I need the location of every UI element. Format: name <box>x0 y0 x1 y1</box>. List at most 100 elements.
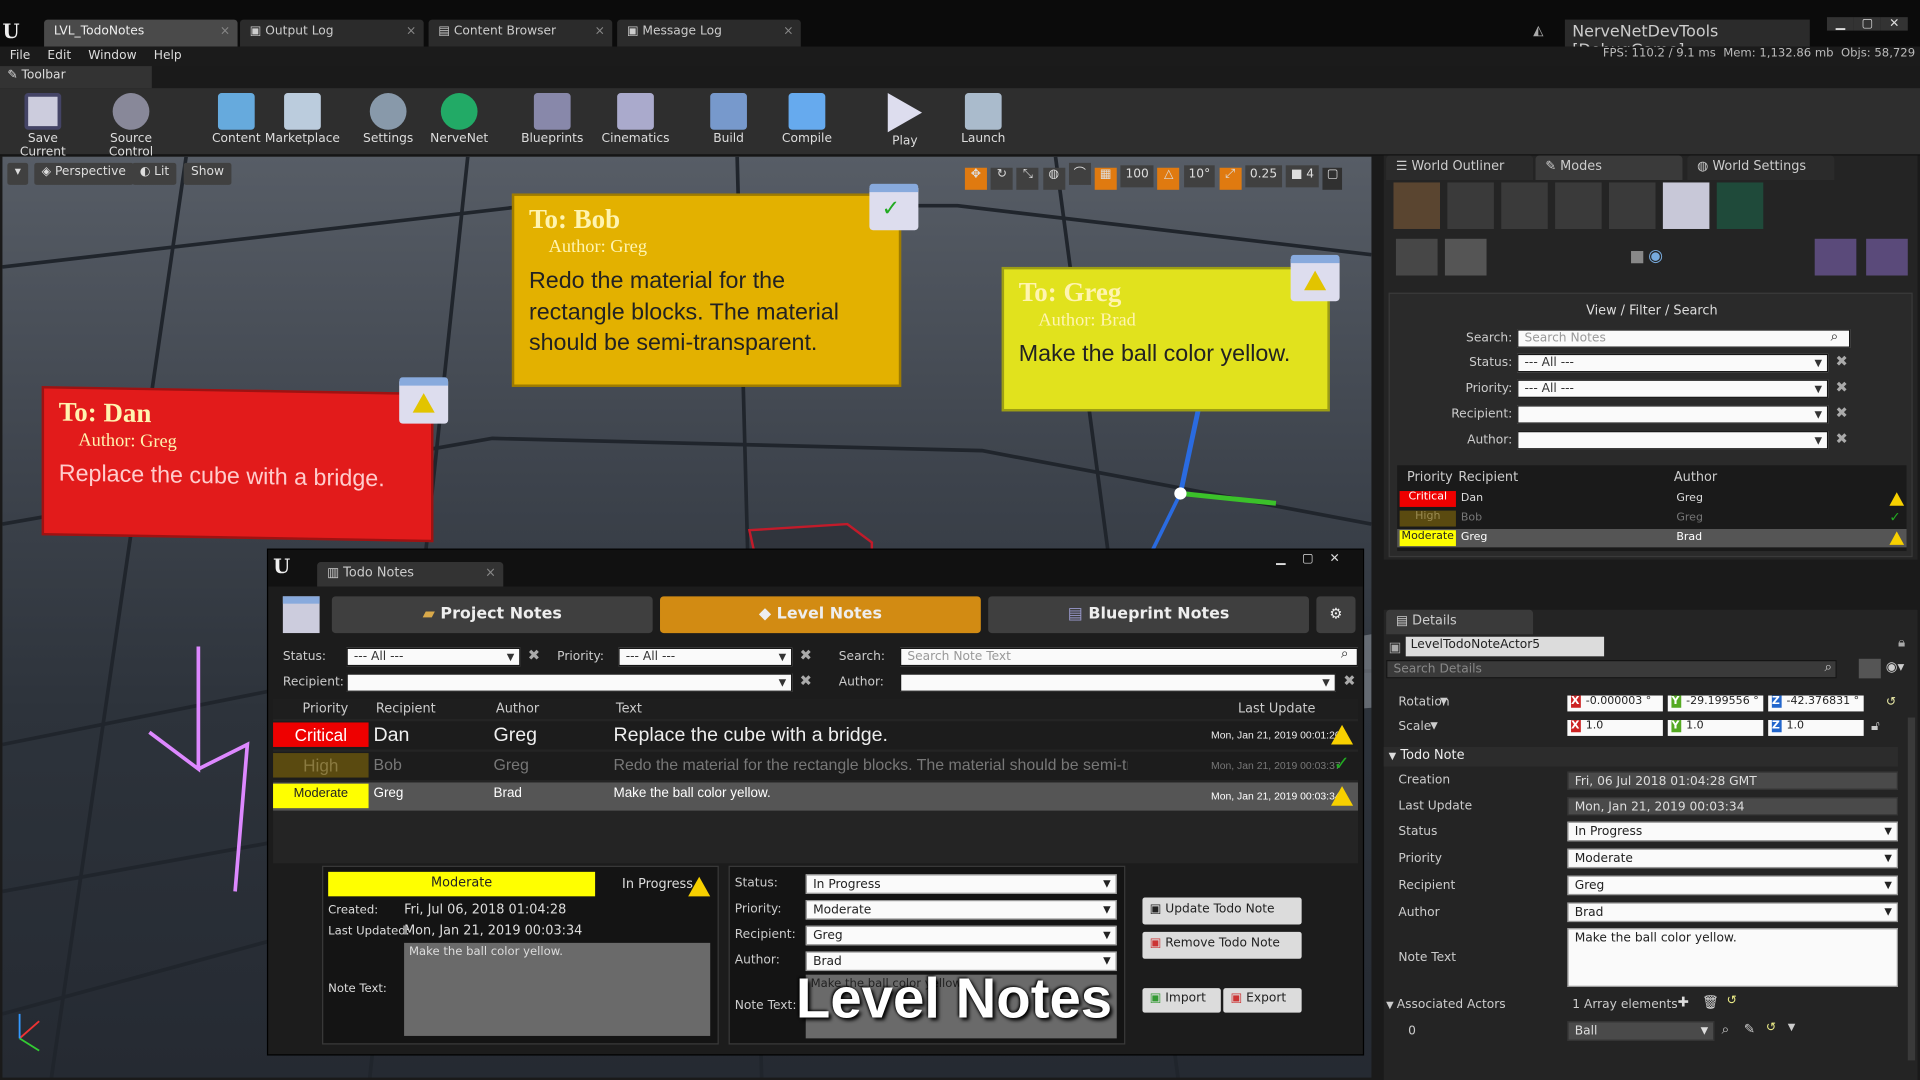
close-icon[interactable]: × <box>783 24 793 37</box>
import-button[interactable]: ▣ Import <box>1142 988 1221 1013</box>
details-search-input[interactable]: Search Details <box>1386 660 1837 679</box>
status-filter-select[interactable]: --- All --- ▼ <box>1517 353 1829 373</box>
notes-search-input[interactable]: Search Notes <box>1517 329 1851 348</box>
camera-speed[interactable]: ■ 4 <box>1285 165 1319 188</box>
property-matrix-icon[interactable] <box>1858 658 1881 679</box>
note-settings-icon[interactable] <box>1814 238 1857 276</box>
menu-window[interactable]: Window <box>88 47 136 67</box>
col-priority[interactable]: Priority <box>302 702 348 717</box>
rotation-x-field[interactable]: X -0.000003 ° <box>1567 695 1663 712</box>
translate-icon[interactable]: ✥ <box>964 167 987 190</box>
build-button[interactable]: Build <box>691 91 767 152</box>
close-icon[interactable]: × <box>220 24 230 37</box>
lit-button[interactable]: ◐ Lit <box>132 162 177 185</box>
clear-author-icon[interactable]: ✖ <box>1343 672 1355 689</box>
minimize-icon[interactable]: ▁ <box>1826 17 1854 31</box>
todo-mode-icon[interactable] <box>1662 182 1710 229</box>
nervenet-mode-icon[interactable] <box>1716 182 1764 229</box>
recipient-filter-select[interactable]: ▼ <box>346 673 793 692</box>
rotation-snap-value[interactable]: 10° <box>1183 165 1216 188</box>
note-options-icon[interactable] <box>1866 238 1908 276</box>
rotate-icon[interactable]: ↻ <box>990 167 1013 190</box>
clear-recipient-icon[interactable]: ✖ <box>800 672 812 689</box>
cinematics-button[interactable]: Cinematics <box>598 91 674 152</box>
table-row[interactable]: Critical Dan Greg Replace the cube with a b… <box>273 721 1358 750</box>
compile-button[interactable]: Compile <box>769 91 845 152</box>
tab-content-browser[interactable]: ▤ Content Browser × <box>428 19 613 47</box>
blueprints-button[interactable]: Blueprints <box>514 91 590 152</box>
scale-z-field[interactable]: Z 1.0 <box>1768 720 1864 736</box>
maximize-viewport-icon[interactable]: ▢ <box>1322 167 1343 190</box>
clear-author-icon[interactable]: ✖ <box>1836 430 1848 447</box>
save-current-button[interactable]: Save Current <box>5 91 81 159</box>
tab-output-log[interactable]: ▣ Output Log × <box>240 19 424 47</box>
list-item[interactable]: High Bob Greg ✓ <box>1397 509 1906 527</box>
surface-snap-icon[interactable]: ⌒ <box>1068 162 1091 185</box>
geometry-mode-icon[interactable] <box>1608 182 1656 229</box>
source-control-button[interactable]: Source Control <box>88 91 174 159</box>
list-item[interactable]: Moderate Greg Brad <box>1397 528 1907 548</box>
blueprint-notes-button[interactable]: ▤ Blueprint Notes <box>988 596 1309 634</box>
clear-status-icon[interactable]: ✖ <box>528 647 540 664</box>
tab-world-outliner[interactable]: ☰ World Outliner <box>1386 155 1534 181</box>
place-mode-icon[interactable] <box>1393 182 1441 229</box>
project-notes-button[interactable]: ▰ Project Notes <box>331 596 653 634</box>
grid-snap-value[interactable]: 100 <box>1120 165 1154 188</box>
filter-note-icon[interactable] <box>1444 238 1487 276</box>
settings-button[interactable]: Settings <box>350 91 426 152</box>
recipient-filter-select[interactable]: ▼ <box>1517 405 1829 424</box>
status-filter-select[interactable]: --- All --- ▼ <box>346 647 521 667</box>
view-options-icon[interactable]: ◉▾ <box>1886 659 1905 675</box>
note-greg-3d[interactable]: To: Greg Author: Brad Make the ball colo… <box>1001 266 1330 412</box>
status-select[interactable]: In Progress ▼ <box>805 874 1117 894</box>
eye-icon[interactable]: ◉ <box>1648 246 1663 266</box>
rotation-y-field[interactable]: Y -29.199556 ° <box>1667 695 1764 712</box>
close-window-icon[interactable]: ✕ <box>1321 552 1348 565</box>
foliage-mode-icon[interactable] <box>1555 182 1602 229</box>
tab-todo-notes[interactable]: ▥ Todo Notes × <box>317 562 504 587</box>
content-button[interactable]: Content <box>198 91 274 152</box>
clear-recipient-icon[interactable]: ✖ <box>1836 404 1848 421</box>
reset-icon[interactable]: ↺ <box>1727 994 1737 1007</box>
clear-priority-icon[interactable]: ✖ <box>800 647 812 664</box>
tab-details[interactable]: ▤ Details <box>1386 609 1534 635</box>
search-icon[interactable]: ⌕ <box>1825 659 1833 676</box>
details-scrollbar[interactable] <box>1907 717 1916 1061</box>
reset-icon[interactable]: ↺ <box>1766 1021 1776 1034</box>
tab-message-log[interactable]: ▣ Message Log × <box>617 19 801 47</box>
author-select[interactable]: Brad ▼ <box>1567 902 1898 923</box>
visibility-checkbox[interactable] <box>1631 251 1644 264</box>
launch-button[interactable]: Launch <box>945 91 1021 152</box>
toolbar-tab[interactable]: ✎ Toolbar <box>0 66 152 89</box>
note-bob-3d[interactable]: To: Bob Author: Greg Redo the material f… <box>511 193 902 387</box>
col-recipient[interactable]: Recipient <box>376 702 436 717</box>
scale-icon[interactable]: ⤡ <box>1016 167 1039 190</box>
nervenet-button[interactable]: NerveNet <box>421 91 497 152</box>
scale-snap-icon[interactable]: ⤢ <box>1219 167 1242 190</box>
feedback-icon[interactable]: ◭ <box>1533 22 1553 42</box>
table-row[interactable]: High Bob Greg Redo the material for the rec… <box>273 751 1358 781</box>
add-note-icon[interactable] <box>1395 238 1438 276</box>
col-author[interactable]: Author <box>496 702 539 717</box>
add-element-icon[interactable]: ✚ <box>1678 994 1689 1010</box>
note-text-field[interactable]: Make the ball color yellow. <box>1567 928 1898 987</box>
author-filter-select[interactable]: ▼ <box>1517 431 1829 450</box>
note-text-search-input[interactable]: Search Note Text <box>900 647 1358 667</box>
priority-select[interactable]: Moderate ▼ <box>1567 848 1898 869</box>
marketplace-button[interactable]: Marketplace <box>264 91 340 152</box>
recipient-select[interactable]: Greg ▼ <box>1567 875 1898 896</box>
scale-y-field[interactable]: Y 1.0 <box>1667 720 1764 736</box>
close-window-icon[interactable]: ✕ <box>1880 17 1908 31</box>
play-button[interactable]: Play <box>867 91 943 152</box>
tab-modes[interactable]: ✎ Modes <box>1535 155 1683 181</box>
tab-level[interactable]: LVL_TodoNotes × <box>44 19 238 47</box>
clear-priority-icon[interactable]: ✖ <box>1836 378 1848 395</box>
rotation-z-field[interactable]: Z -42.376831 ° <box>1768 695 1864 712</box>
grid-snap-icon[interactable]: ▦ <box>1094 167 1117 190</box>
priority-select[interactable]: Moderate ▼ <box>805 900 1117 920</box>
search-icon[interactable]: ⌕ <box>1831 328 1839 345</box>
rotation-snap-icon[interactable]: △ <box>1157 167 1180 190</box>
menu-edit[interactable]: Edit <box>47 47 71 67</box>
menu-file[interactable]: File <box>10 47 30 67</box>
status-select[interactable]: In Progress ▼ <box>1567 821 1898 842</box>
